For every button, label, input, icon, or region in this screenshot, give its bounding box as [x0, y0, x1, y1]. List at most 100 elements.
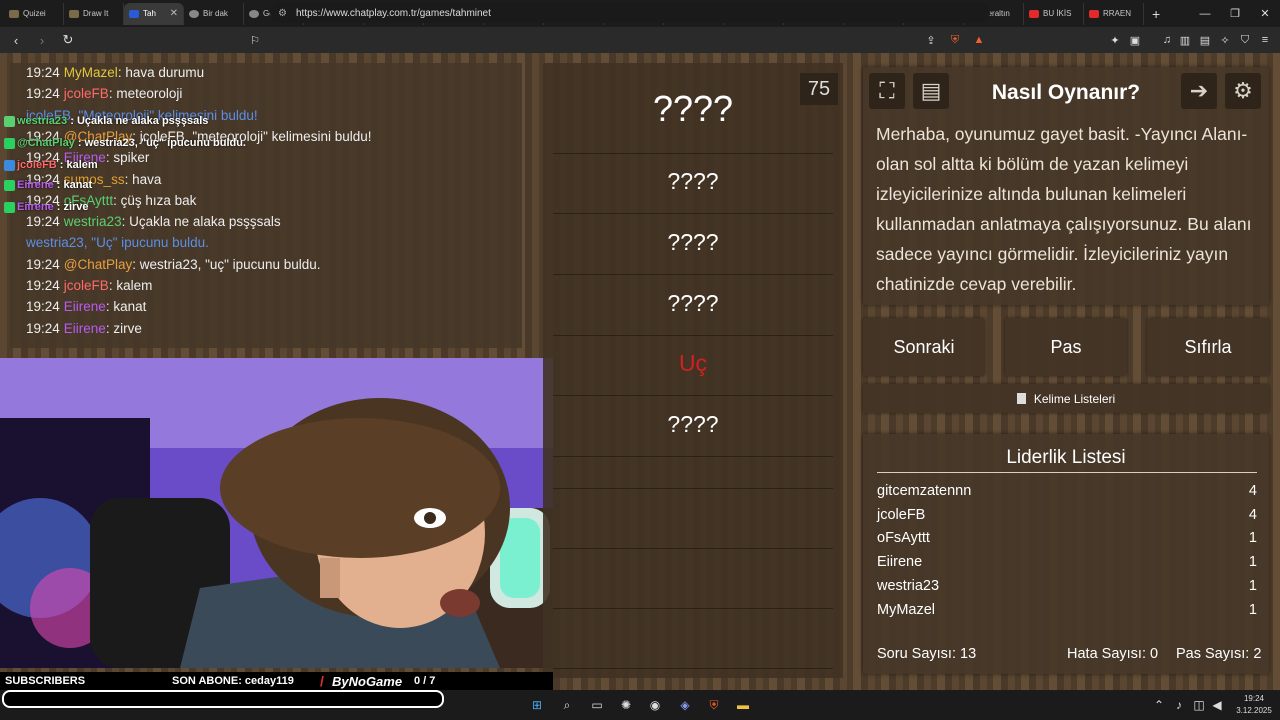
exit-icon[interactable]: ➔	[1181, 73, 1217, 109]
extensions-icon[interactable]: ✦	[1106, 31, 1124, 49]
chat-colon: :	[121, 214, 130, 230]
wallet-icon[interactable]: ▤	[1196, 31, 1214, 49]
url-text: https://www.chatplay.com.tr/games/tahmin…	[296, 7, 491, 19]
brave-icon[interactable]: ⛨	[705, 696, 723, 714]
chat-colon: :	[113, 192, 121, 208]
task-view-icon[interactable]: ▭	[588, 696, 606, 714]
stream-subscriber-bar: SUBSCRIBERS SON ABONE: ceday119 / ByNoGa…	[0, 672, 553, 690]
close-tab-icon[interactable]: ✕	[170, 8, 178, 19]
overlay-colon: :	[56, 159, 67, 171]
taboo-word: ????	[667, 229, 719, 255]
tray-chevron-icon[interactable]: ⌃	[1150, 696, 1168, 714]
screenshot-icon[interactable]: ▣	[1126, 31, 1144, 49]
new-tab-button[interactable]: +	[1152, 6, 1160, 22]
chat-username: jcoleFB	[63, 86, 109, 102]
word-divider	[553, 274, 833, 275]
chat-system-message: westria23, "Uç" ipucunu buldu.	[26, 235, 209, 251]
chat-text: spiker	[113, 150, 150, 166]
chat-time: 19:24	[26, 214, 60, 230]
chat-text: kalem	[116, 278, 153, 293]
network-icon[interactable]: ◫	[1190, 696, 1208, 714]
vpn-icon[interactable]: ⛉	[1236, 31, 1254, 49]
fullscreen-icon[interactable]: ⛶	[869, 73, 905, 109]
browser-tab[interactable]: RRAEN	[1084, 2, 1144, 25]
pass-button[interactable]: Pas	[1005, 318, 1127, 376]
menu-icon[interactable]: ≡	[1256, 31, 1274, 49]
site-info-icon[interactable]: ⚙	[278, 8, 287, 19]
overlay-chat-message: westria23 : Uçakla ne alaka psşşsals	[4, 115, 208, 127]
chat-message: 19:24 jcoleFB: kalem	[26, 278, 152, 293]
word-lists-button[interactable]: Kelime Listeleri	[863, 384, 1269, 413]
taboo-word: ????	[667, 290, 719, 316]
notes-icon[interactable]: ▤	[913, 73, 949, 109]
search-icon[interactable]: ⌕	[558, 696, 576, 714]
chat-message: westria23, "Uç" ipucunu buldu.	[26, 235, 209, 250]
chatgpt-icon[interactable]: ✺	[617, 696, 635, 714]
taboo-word: ????	[667, 168, 719, 194]
overlay-chat-message: Eiirene : kanat	[4, 179, 92, 191]
maximize-icon[interactable]: ❐	[1220, 0, 1250, 27]
chat-text: meteoroloji	[116, 86, 183, 102]
browser-tab[interactable]: Bir dak	[184, 2, 244, 25]
sidebar-icon[interactable]: ▥	[1176, 31, 1194, 49]
leaderboard-row: oFsAyttt 1	[877, 530, 1257, 546]
brave-shield-icon[interactable]: ⛨	[946, 31, 964, 49]
browser-tab[interactable]: Tah ✕	[124, 2, 184, 25]
minimize-icon[interactable]: —	[1190, 0, 1220, 27]
url-bar[interactable]: ⚙ https://www.chatplay.com.tr/games/tahm…	[270, 3, 990, 23]
address-toolbar: ‹ › ↻	[0, 27, 1280, 53]
overlay-text: kalem	[66, 159, 98, 171]
webcam-feed	[0, 358, 553, 668]
chat-text: westria23, "uç" ipucunu buldu.	[139, 256, 321, 272]
chat-message: 19:24 Eiirene: kanat	[26, 299, 146, 314]
subscribers-label: SUBSCRIBERS	[5, 675, 86, 687]
browser-tab[interactable]: Draw It	[64, 2, 124, 25]
reset-button[interactable]: Sıfırla	[1147, 318, 1269, 376]
chat-time: 19:24	[26, 320, 60, 336]
reload-icon[interactable]: ↻	[58, 30, 78, 50]
player-name: jcoleFB	[877, 506, 926, 523]
chat-text: hava durumu	[125, 65, 205, 80]
share-icon[interactable]: ⇪	[922, 31, 940, 49]
discord-icon[interactable]: ◈	[676, 696, 694, 714]
chat-username: MyMazel	[63, 65, 118, 80]
chat-text: kanat	[113, 299, 147, 315]
tab-title: Tah	[143, 9, 156, 18]
countdown-timer: 75	[800, 73, 838, 105]
streamer-image	[0, 358, 553, 668]
clock[interactable]: 19:24 3.12.2025	[1232, 693, 1276, 717]
document-icon	[1016, 393, 1026, 404]
next-button[interactable]: Sonraki	[863, 318, 985, 376]
how-to-play-panel: ⛶ ▤ Nasıl Oynanır? ➔ ⚙ Merhaba, oyunumuz…	[863, 67, 1269, 305]
browser-tab[interactable]: BU İKİS	[1024, 2, 1084, 25]
overlay-colon: :	[53, 201, 64, 213]
chat-badge-icon	[4, 137, 15, 149]
chat-colon: :	[132, 256, 140, 272]
chat-text: Uçakla ne alaka psşşsals	[129, 214, 281, 230]
leaderboard-title: Liderlik Listesi	[1006, 447, 1126, 468]
chat-badge-icon	[4, 159, 15, 171]
start-icon[interactable]: ⊞	[528, 696, 546, 714]
file-explorer-icon[interactable]: ▬	[734, 696, 752, 714]
overlay-username: Eiirene	[17, 201, 54, 213]
leo-icon[interactable]: ✧	[1216, 31, 1234, 49]
word-divider	[553, 456, 833, 457]
chat-time: 19:24	[26, 65, 60, 80]
player-name: westria23	[877, 577, 940, 594]
media-icon[interactable]: ♫	[1158, 31, 1176, 49]
back-icon[interactable]: ‹	[6, 30, 26, 50]
chat-text: çüş hıza bak	[120, 192, 197, 208]
tab-title: RRAEN	[1103, 9, 1132, 18]
volume-icon[interactable]: ◀	[1208, 696, 1226, 714]
obs-icon[interactable]: ◉	[646, 696, 664, 714]
browser-tab[interactable]: Quizei	[4, 2, 64, 25]
close-window-icon[interactable]: ✕	[1250, 0, 1280, 27]
settings-gear-icon[interactable]: ⚙	[1225, 73, 1261, 109]
overlay-username: jcoleFB	[17, 159, 57, 171]
microphone-icon[interactable]: ♪	[1170, 696, 1188, 714]
overlay-username: @ChatPlay	[17, 137, 75, 149]
forward-icon[interactable]: ›	[32, 30, 52, 50]
bookmark-icon[interactable]: ⚐	[246, 31, 264, 49]
rewards-icon[interactable]: ▲	[970, 31, 988, 49]
chat-username: Eiirene	[63, 299, 106, 315]
